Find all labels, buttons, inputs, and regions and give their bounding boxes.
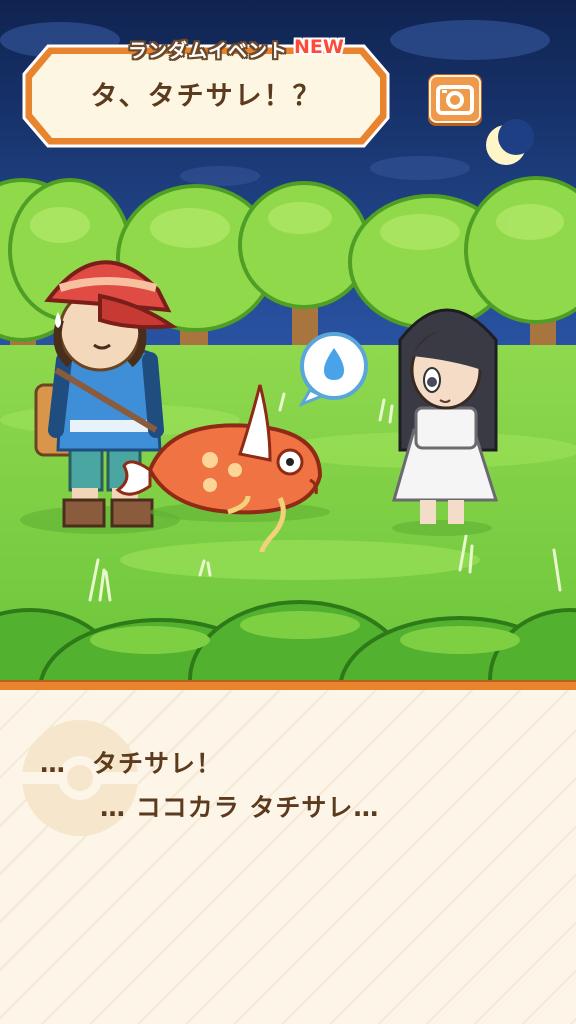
game-scene[interactable]: ランダムイベント NEW タ、タチサレ！？ bbox=[0, 0, 576, 680]
camera-button[interactable] bbox=[426, 72, 484, 128]
dialogue-line-2: … ココカラ タチサレ… bbox=[100, 793, 380, 822]
new-badge: NEW bbox=[294, 36, 344, 58]
camera-icon bbox=[428, 74, 482, 126]
event-type-label: ランダムイベント bbox=[127, 40, 288, 62]
dialogue-box[interactable]: … タチサレ！ … ココカラ タチサレ… bbox=[0, 680, 576, 1024]
event-title: タ、タチサレ！？ bbox=[90, 81, 322, 112]
dialogue-top-border bbox=[0, 680, 576, 690]
dialogue-line-1: … タチサレ！ bbox=[40, 749, 223, 778]
event-banner: ランダムイベント NEW タ、タチサレ！？ bbox=[22, 36, 390, 148]
